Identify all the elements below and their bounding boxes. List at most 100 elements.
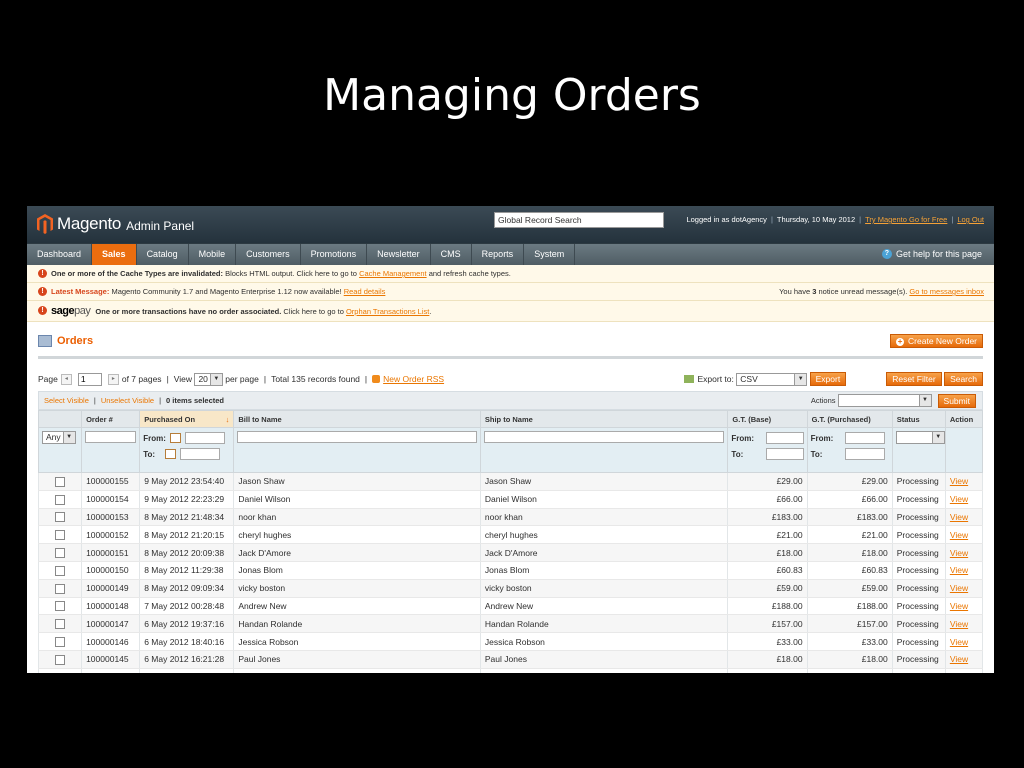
table-row[interactable]: 100000154 9 May 2012 22:23:29 Daniel Wilso… <box>37 490 984 509</box>
pager: Page ◂ ▸ of 7 pages | View 20▼ per page … <box>38 367 983 391</box>
table-row[interactable]: 100000150 8 May 2012 11:29:38 Jonas Blom Jo… <box>37 561 984 580</box>
nav-catalog[interactable]: Catalog <box>137 244 189 265</box>
col-status[interactable]: Status <box>891 410 946 428</box>
messages-inbox-link[interactable]: Go to messages inbox <box>909 287 984 296</box>
table-row[interactable]: 100000152 8 May 2012 21:20:15 cheryl hughe… <box>37 525 984 545</box>
col-bill-to-name[interactable]: Bill to Name <box>233 410 481 428</box>
filter-purchased: From: To: <box>139 427 235 473</box>
reset-filter-button[interactable]: Reset Filter <box>886 372 942 386</box>
orphan-transactions-link[interactable]: Orphan Transactions List <box>346 307 429 316</box>
new-order-rss-link[interactable]: New Order RSS <box>383 367 444 391</box>
per-page-select[interactable]: 20 ▼ <box>194 372 223 386</box>
col-ship-to-name[interactable]: Ship to Name <box>479 410 729 428</box>
checkbox[interactable] <box>55 530 66 541</box>
status-filter-select[interactable]: ▼ <box>895 431 945 444</box>
checkbox[interactable] <box>55 476 66 487</box>
table-row[interactable]: 100000148 7 May 2012 00:28:48 Andrew New An… <box>37 597 984 616</box>
table-row[interactable]: 100000155 9 May 2012 23:54:40 Jason Shaw Ja… <box>37 472 984 491</box>
checkbox[interactable] <box>55 601 66 612</box>
view-link[interactable]: View <box>950 672 968 673</box>
purchased-on-cell: 8 May 2012 11:29:38 <box>139 561 235 580</box>
nav-customers[interactable]: Customers <box>236 244 301 265</box>
checkbox[interactable] <box>55 547 66 558</box>
order-number-cell: 100000144 <box>81 668 141 673</box>
view-link[interactable]: View <box>950 530 968 540</box>
table-row[interactable]: 100000153 8 May 2012 21:48:34 noor khan noo… <box>37 508 984 527</box>
purchased-to-input[interactable] <box>844 448 885 460</box>
nav-mobile[interactable]: Mobile <box>189 244 237 265</box>
order-status-cell: Processing <box>891 525 946 545</box>
row-checkbox-cell <box>37 543 83 562</box>
checkbox[interactable] <box>55 619 66 630</box>
view-link[interactable]: View <box>950 601 968 611</box>
table-row[interactable]: 1000001446 May 2012 14:45:32Stephen Cres… <box>37 668 984 673</box>
calendar-icon[interactable] <box>169 433 181 443</box>
checkbox[interactable] <box>55 583 66 594</box>
order-filter-input[interactable] <box>85 431 137 443</box>
logout-link[interactable]: Log Out <box>957 215 984 224</box>
export-button[interactable]: Export <box>809 372 847 386</box>
checkbox[interactable] <box>55 494 66 505</box>
nav-reports[interactable]: Reports <box>472 244 525 265</box>
col-gt-base[interactable]: G.T. (Base) <box>727 410 808 428</box>
base-from-input[interactable] <box>765 432 804 444</box>
view-link[interactable]: View <box>950 637 968 647</box>
help-link[interactable]: ? Get help for this page <box>881 244 982 264</box>
select-visible-link[interactable]: Select Visible <box>44 396 89 405</box>
search-button[interactable]: Search <box>944 372 983 386</box>
try-magento-go-link[interactable]: Try Magento Go for Free <box>865 215 947 224</box>
nav-system[interactable]: System <box>524 244 576 265</box>
purchased-from-input[interactable] <box>844 432 885 444</box>
nav-cms[interactable]: CMS <box>431 244 472 265</box>
next-page-icon[interactable]: ▸ <box>107 373 119 385</box>
checkbox[interactable] <box>55 636 66 647</box>
table-row[interactable]: 100000145 6 May 2012 16:21:28 Paul Jones Pa… <box>37 650 984 669</box>
bill-name-filter-input[interactable] <box>237 431 477 443</box>
ship-to-name-cell: Paul Jones <box>479 650 729 669</box>
col-order-number[interactable]: Order # <box>81 410 141 428</box>
table-row[interactable]: 100000146 6 May 2012 18:40:16 Jessica Robs… <box>37 632 984 651</box>
global-search-input[interactable] <box>494 212 664 228</box>
date-from-input[interactable] <box>184 432 225 444</box>
date-to-input[interactable] <box>180 448 221 460</box>
view-link-cell: View <box>944 668 984 673</box>
ship-name-filter-input[interactable] <box>483 431 725 443</box>
view-link[interactable]: View <box>950 476 968 486</box>
view-link[interactable]: View <box>950 548 968 558</box>
page-number-input[interactable] <box>77 372 102 386</box>
view-link[interactable]: View <box>950 654 968 664</box>
col-purchased-on[interactable]: Purchased On ↓ <box>139 410 235 428</box>
purchased-to-label: To: <box>810 449 823 459</box>
order-status-cell: Processing <box>891 490 946 509</box>
prev-page-icon[interactable]: ◂ <box>60 373 72 385</box>
checkbox[interactable] <box>55 565 66 576</box>
checkbox[interactable] <box>55 512 66 523</box>
purchased-on-cell: 6 May 2012 14:45:32 <box>139 668 235 673</box>
unselect-visible-link[interactable]: Unselect Visible <box>101 396 154 405</box>
export-format-select[interactable]: CSV ▼ <box>736 372 808 386</box>
table-row[interactable]: 100000147 6 May 2012 19:37:16 Handan Rolan… <box>37 614 984 634</box>
table-row[interactable]: 100000151 8 May 2012 20:09:38 Jack D'Amore… <box>37 543 984 562</box>
view-link[interactable]: View <box>950 583 968 593</box>
view-link[interactable]: View <box>950 619 968 629</box>
nav-dashboard[interactable]: Dashboard <box>27 244 93 265</box>
base-to-input[interactable] <box>765 448 804 460</box>
view-link[interactable]: View <box>950 512 968 522</box>
massaction-filter-select[interactable]: Any ▼ <box>42 431 76 444</box>
submit-button[interactable]: Submit <box>937 393 976 408</box>
calendar-icon[interactable] <box>165 449 177 459</box>
actions-select[interactable]: ▼ <box>837 394 932 407</box>
nav-promotions[interactable]: Promotions <box>301 244 368 265</box>
nav-sales[interactable]: Sales <box>92 244 137 265</box>
create-new-order-button[interactable]: + Create New Order <box>890 334 983 348</box>
col-gt-purchased[interactable]: G.T. (Purchased) <box>806 410 893 428</box>
nav-newsletter[interactable]: Newsletter <box>367 244 431 265</box>
table-row[interactable]: 100000149 8 May 2012 09:09:34 vicky boston… <box>37 579 984 598</box>
read-details-link[interactable]: Read details <box>344 287 386 296</box>
magento-logo[interactable]: Magento Admin Panel <box>37 214 194 234</box>
checkbox[interactable] <box>55 654 66 665</box>
view-link[interactable]: View <box>950 494 968 504</box>
cache-message-text: Blocks HTML output. Click here to go to <box>225 269 357 278</box>
cache-management-link[interactable]: Cache Management <box>359 269 427 278</box>
view-link[interactable]: View <box>950 565 968 575</box>
